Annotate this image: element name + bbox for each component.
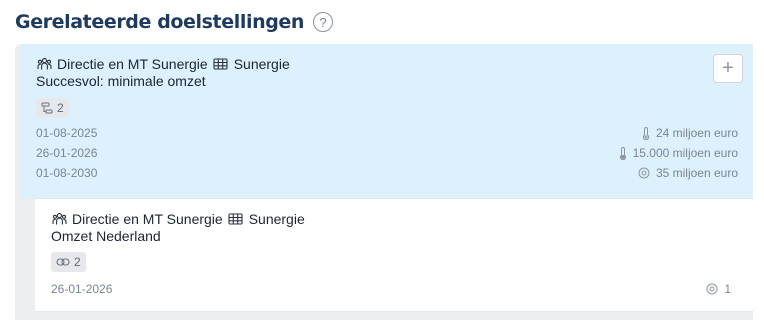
target-date: 01-08-2030 xyxy=(36,166,98,180)
start-value: 24 miljoen euro xyxy=(642,126,738,140)
target-icon xyxy=(638,167,650,179)
organization-icon xyxy=(213,57,229,71)
goal-owner-name[interactable]: Directie en MT Sunergie xyxy=(72,211,223,227)
current-date: 26-01-2026 xyxy=(36,146,98,160)
link-count: 2 xyxy=(74,255,81,269)
add-goal-button[interactable]: + xyxy=(713,54,743,83)
link-count-chip[interactable]: 2 xyxy=(51,252,86,272)
related-goals-list: Directie en MT Sunergie Sunergie Succesv… xyxy=(15,44,753,320)
goal-organization-name[interactable]: Sunergie xyxy=(234,56,290,72)
goal-owner-name[interactable]: Directie en MT Sunergie xyxy=(57,56,208,72)
team-icon xyxy=(36,57,52,71)
goal-date: 26-01-2026 xyxy=(51,282,113,296)
link-icon xyxy=(56,258,70,266)
target-icon xyxy=(706,283,718,295)
current-value: 15.000 miljoen euro xyxy=(619,146,738,160)
section-title: Gerelateerde doelstellingen xyxy=(15,11,305,33)
start-date: 01-08-2025 xyxy=(36,126,98,140)
goal-owner-row: Directie en MT Sunergie Sunergie xyxy=(51,211,305,227)
section-header: Gerelateerde doelstellingen ? xyxy=(15,9,334,35)
relation-count-chip[interactable]: 2 xyxy=(36,98,69,118)
thermometer-icon xyxy=(619,146,626,160)
hierarchy-icon xyxy=(41,102,53,114)
team-icon xyxy=(51,212,67,226)
goal-title[interactable]: Succesvol: minimale omzet xyxy=(36,73,206,89)
organization-icon xyxy=(228,212,244,226)
goal-organization-name[interactable]: Sunergie xyxy=(249,211,305,227)
goal-card-child[interactable]: Directie en MT Sunergie Sunergie Omzet N… xyxy=(35,198,753,312)
goal-title[interactable]: Omzet Nederland xyxy=(51,228,161,244)
target-value: 35 miljoen euro xyxy=(638,166,738,180)
thermometer-icon xyxy=(642,126,650,140)
relation-count: 2 xyxy=(57,101,64,115)
goal-card-parent[interactable]: Directie en MT Sunergie Sunergie Succesv… xyxy=(20,44,753,198)
help-icon[interactable]: ? xyxy=(313,12,334,32)
goal-owner-row: Directie en MT Sunergie Sunergie xyxy=(36,56,290,72)
target-count: 1 xyxy=(706,282,731,296)
